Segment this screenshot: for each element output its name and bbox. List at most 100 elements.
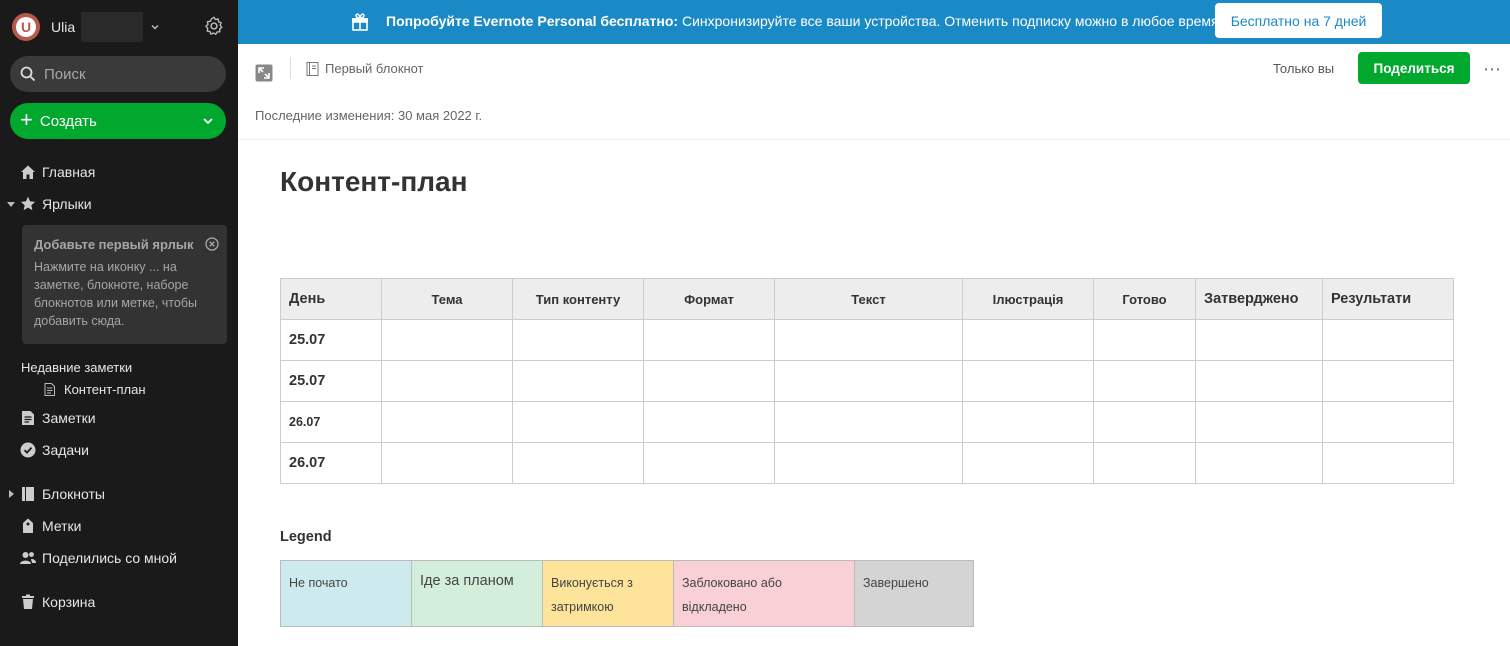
table-header-cell[interactable]: Результати [1322,278,1454,320]
table-row: 25.07 [280,319,1454,361]
table-cell[interactable] [962,401,1094,443]
note-icon [44,383,55,396]
table-cell[interactable] [962,360,1094,402]
table-cell-day[interactable]: 25.07 [280,319,382,361]
chevron-down-icon[interactable] [149,21,161,33]
table-cell[interactable] [512,360,644,402]
task-check-icon [20,442,36,458]
create-label: Создать [39,112,97,130]
tip-text: Нажмите на иконку ... на заметке, блокно… [34,260,197,328]
sidebar-item-trash[interactable]: Корзина [20,591,95,613]
legend-on-track[interactable]: Іде за планом [411,560,543,627]
notebook-selector[interactable]: Первый блокнот [306,61,424,76]
table-cell[interactable] [643,360,775,402]
account-menu[interactable]: U Ulia [12,12,161,42]
table-cell-day[interactable]: 25.07 [280,360,382,402]
visibility-label[interactable]: Только вы [1273,61,1334,76]
recent-note-label: Контент-план [64,382,146,397]
account-name: Ulia [51,19,76,35]
table-cell-day[interactable]: 26.07 [280,401,382,443]
table-cell[interactable] [1195,360,1323,402]
legend-not-started[interactable]: Не почато [280,560,412,627]
table-header-cell[interactable]: Готово [1093,278,1196,320]
table-cell[interactable] [512,401,644,443]
table-cell[interactable] [774,401,963,443]
note-title[interactable]: Контент-план [280,166,468,198]
caret-right-icon[interactable] [7,490,15,498]
sidebar-item-label: Ярлыки [42,196,92,212]
table-cell[interactable] [643,319,775,361]
table-cell[interactable] [1093,442,1196,484]
search-input[interactable]: Поиск [10,56,226,92]
table-cell[interactable] [1093,319,1196,361]
sidebar-item-label: Блокноты [42,486,105,502]
table-cell[interactable] [1093,401,1196,443]
sidebar-item-shared[interactable]: Поделились со мной [20,547,177,569]
table-cell[interactable] [1195,401,1323,443]
table-cell[interactable] [774,442,963,484]
table-header-cell[interactable]: Затверджено [1195,278,1323,320]
table-cell[interactable] [643,442,775,484]
recent-notes-title: Недавние заметки [21,360,133,375]
sidebar-item-tasks[interactable]: Задачи [20,439,89,461]
gift-icon [352,13,368,31]
account-name-redacted [81,12,144,42]
legend-completed[interactable]: Завершено [854,560,974,627]
promo-banner: Попробуйте Evernote Personal бесплатно: … [238,0,1510,44]
table-header-cell[interactable]: Тема [381,278,513,320]
table-cell[interactable] [962,319,1094,361]
sidebar-item-shortcuts[interactable]: Ярлыки [20,193,92,215]
more-options-icon[interactable]: ⋯ [1483,60,1501,78]
chevron-down-icon[interactable] [202,115,214,127]
legend-delayed[interactable]: Виконується з затримкою [542,560,674,627]
table-header-cell[interactable]: Тип контенту [512,278,644,320]
sidebar: U Ulia Поиск + Создать Главная Ярлыки До… [0,0,238,646]
trash-icon [20,594,36,610]
table-cell[interactable] [1093,360,1196,402]
table-cell[interactable] [774,360,963,402]
table-cell[interactable] [381,401,513,443]
expand-icon[interactable] [255,64,273,82]
table-cell[interactable] [774,319,963,361]
sidebar-item-home[interactable]: Главная [20,161,95,183]
table-header-cell[interactable]: День [280,278,382,320]
legend-blocked[interactable]: Заблоковано або відкладено [673,560,855,627]
table-header-cell[interactable]: Текст [774,278,963,320]
sidebar-item-label: Поделились со мной [42,550,177,566]
close-icon[interactable] [205,237,219,251]
table-cell[interactable] [381,442,513,484]
search-placeholder: Поиск [44,65,86,83]
table-cell[interactable] [1195,319,1323,361]
table-header-cell[interactable]: Формат [643,278,775,320]
toolbar-divider [290,57,291,79]
table-cell[interactable] [1322,319,1454,361]
table-cell[interactable] [381,360,513,402]
table-header-cell[interactable]: Ілюстрація [962,278,1094,320]
sidebar-item-label: Главная [42,164,96,180]
table-cell[interactable] [643,401,775,443]
sidebar-item-notes[interactable]: Заметки [20,407,96,429]
table-cell[interactable] [1322,360,1454,402]
table-row: 25.07 [280,360,1454,402]
recent-note-item[interactable]: Контент-план [44,382,146,397]
table-cell[interactable] [512,442,644,484]
sidebar-item-tags[interactable]: Метки [20,515,82,537]
star-icon [20,196,36,212]
table-cell-day[interactable]: 26.07 [280,442,382,484]
share-button[interactable]: Поделиться [1358,52,1470,84]
table-cell[interactable] [1322,401,1454,443]
sidebar-item-notebooks[interactable]: Блокноты [20,483,105,505]
gear-icon[interactable] [203,15,225,37]
table-cell[interactable] [381,319,513,361]
table-cell[interactable] [512,319,644,361]
free-trial-button[interactable]: Бесплатно на 7 дней [1215,3,1382,38]
avatar[interactable]: U [12,13,40,41]
table-cell[interactable] [1322,442,1454,484]
table-cell[interactable] [1195,442,1323,484]
legend-row: Не почато Іде за планом Виконується з за… [280,560,974,627]
caret-down-icon[interactable] [7,200,15,208]
legend-title[interactable]: Legend [280,529,332,545]
table-cell[interactable] [962,442,1094,484]
create-button[interactable]: + Создать [10,103,226,139]
header-divider [238,139,1510,140]
